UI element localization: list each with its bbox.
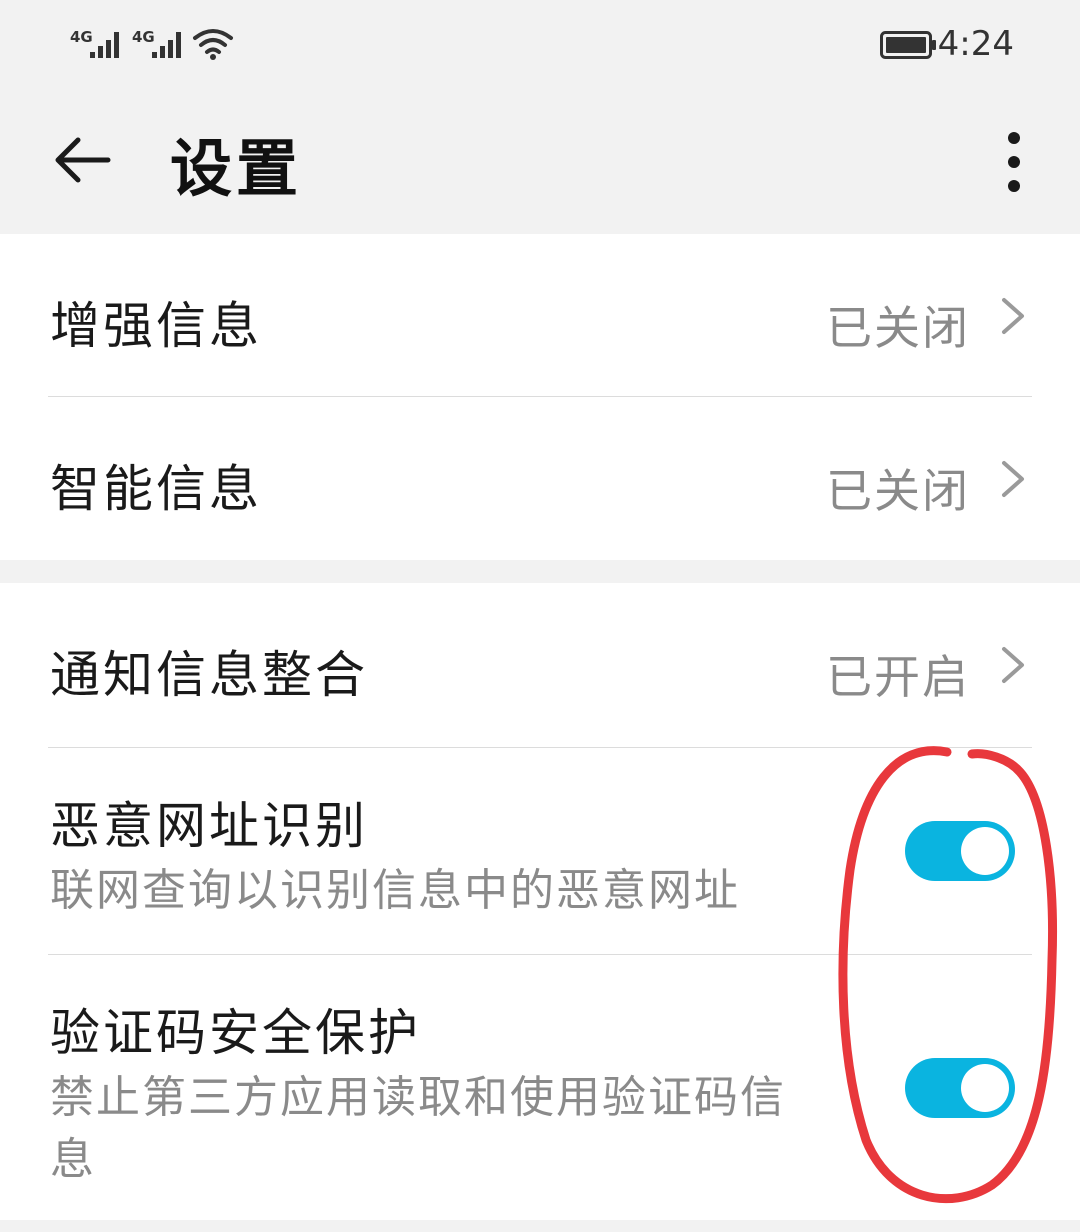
status-bar: 4G 4G 4:24 — [0, 0, 1080, 90]
code-protection-toggle[interactable] — [905, 1058, 1015, 1118]
signal-icon: 4G — [132, 28, 188, 60]
setting-subtitle: 禁止第三方应用读取和使用验证码信息 — [50, 1072, 786, 1185]
toggle-knob — [961, 827, 1009, 875]
setting-title: 恶意网址识别 — [50, 797, 368, 855]
settings-group-2: 通知信息整合 已开启 恶意网址识别 联网查询以识别信息中的恶意网址 验证码安全保… — [0, 583, 1080, 1220]
chevron-right-icon — [1002, 461, 1024, 497]
chevron-right-icon — [1002, 647, 1024, 683]
clock: 4:24 — [937, 24, 1014, 64]
setting-row-smart-messages[interactable]: 智能信息 已关闭 — [0, 397, 1080, 560]
arrow-left-icon[interactable] — [48, 132, 114, 188]
wifi-icon — [193, 29, 233, 60]
setting-row-notification-merge[interactable]: 通知信息整合 已开启 — [0, 583, 1080, 747]
setting-value: 已开启 — [826, 650, 970, 704]
setting-title: 通知信息整合 — [50, 646, 368, 704]
settings-group-1: 增强信息 已关闭 智能信息 已关闭 — [0, 234, 1080, 560]
setting-row-enhanced-messages[interactable]: 增强信息 已关闭 — [0, 234, 1080, 397]
malicious-url-toggle[interactable] — [905, 821, 1015, 881]
setting-value: 已关闭 — [826, 301, 970, 355]
chevron-right-icon — [1002, 298, 1024, 334]
page-title: 设置 — [170, 132, 303, 205]
setting-row-malicious-url: 恶意网址识别 联网查询以识别信息中的恶意网址 — [0, 748, 1080, 954]
more-vertical-icon[interactable] — [998, 130, 1030, 194]
setting-value: 已关闭 — [826, 464, 970, 518]
setting-title: 智能信息 — [50, 460, 262, 518]
battery-icon — [880, 31, 936, 59]
setting-title: 增强信息 — [50, 297, 262, 355]
toggle-knob — [961, 1064, 1009, 1112]
setting-title: 验证码安全保护 — [50, 1004, 421, 1062]
signal-icon: 4G — [70, 28, 126, 60]
setting-row-code-protection: 验证码安全保护 禁止第三方应用读取和使用验证码信息 — [0, 955, 1080, 1220]
app-bar: 设置 — [0, 90, 1080, 234]
setting-subtitle: 联网查询以识别信息中的恶意网址 — [50, 865, 740, 916]
